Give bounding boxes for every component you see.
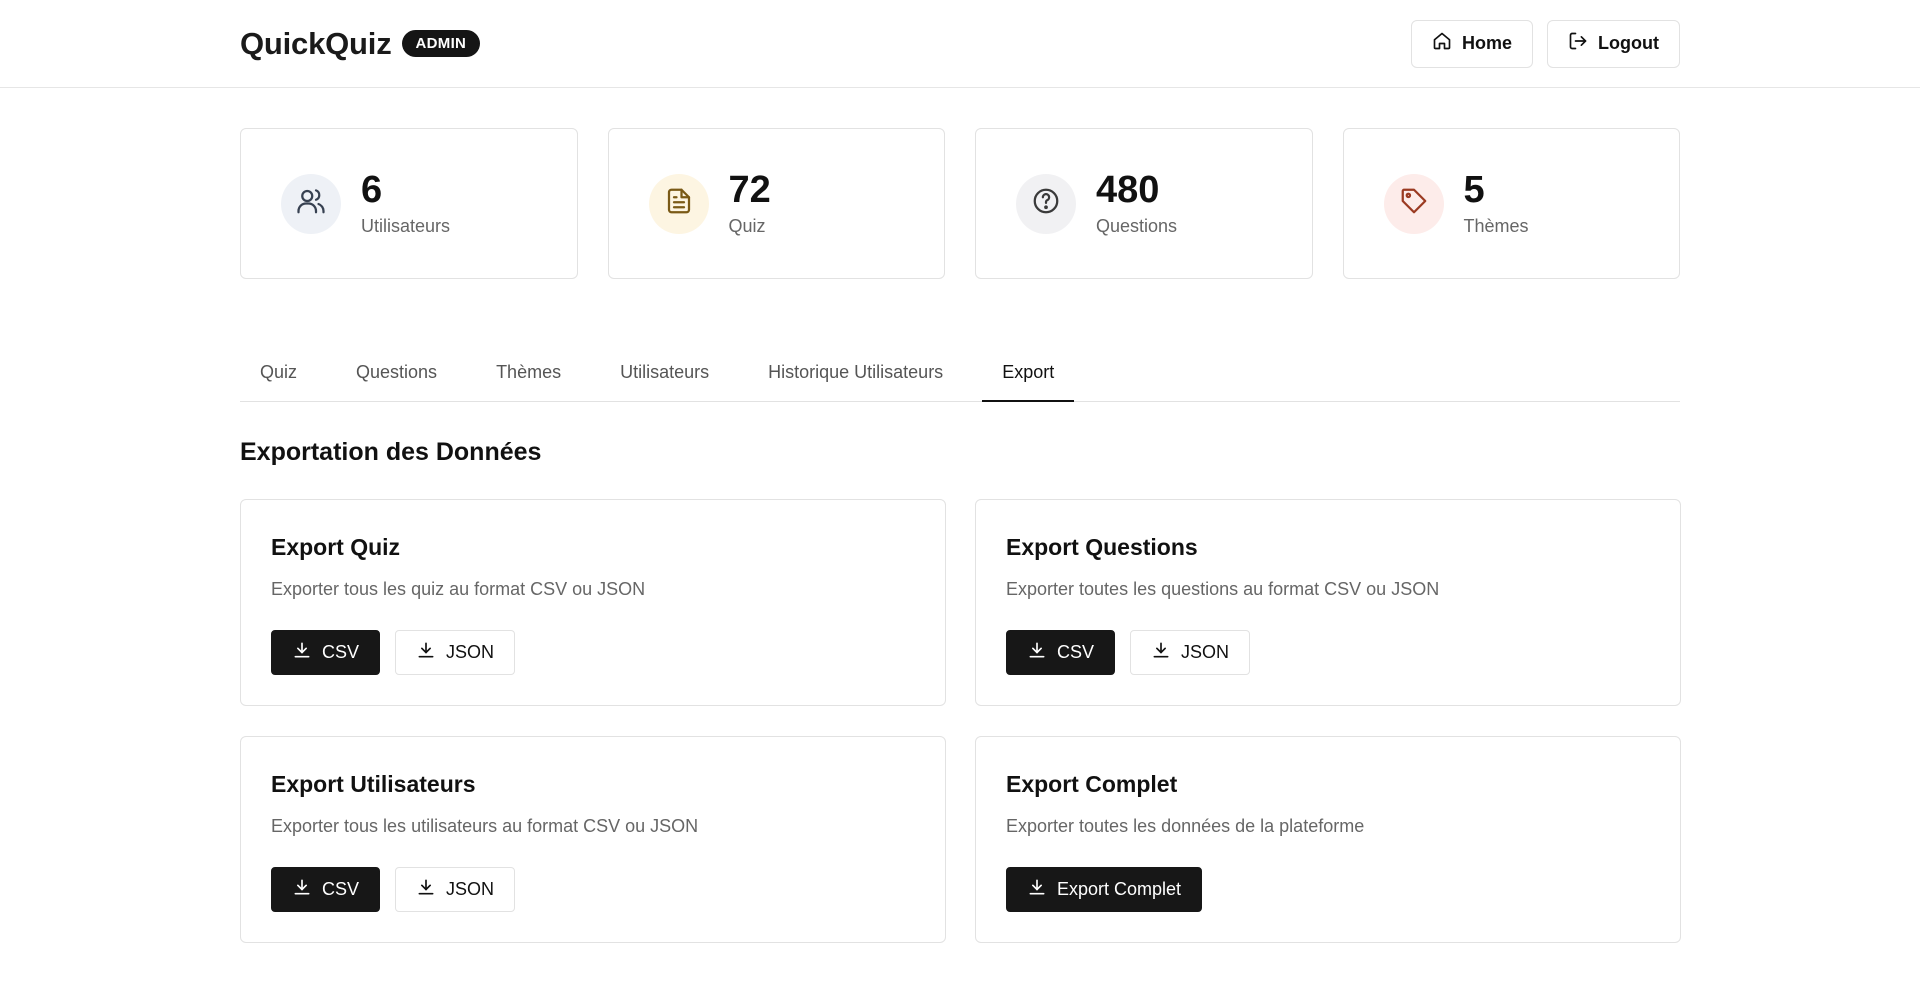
button-label: JSON [446, 642, 495, 662]
card-title: Export Questions [1006, 534, 1198, 560]
tag-icon [1399, 186, 1429, 221]
card-title: Export Utilisateurs [271, 771, 476, 797]
tab-questions[interactable]: Questions [336, 345, 457, 402]
stat-value: 5 [1463, 169, 1485, 212]
header-nav: Home Logout [1411, 19, 1680, 68]
stat-value: 72 [728, 169, 771, 212]
export-questions-csv-button[interactable]: CSV [1006, 630, 1116, 675]
export-quiz-csv-button[interactable]: CSV [271, 630, 381, 675]
section-title: Exportation des Données [240, 438, 542, 466]
tab-bar: Quiz Questions Thèmes Utilisateurs Histo… [240, 345, 1680, 402]
home-icon [1432, 31, 1452, 56]
button-label: CSV [322, 642, 360, 662]
export-card-questions: Export Questions Exporter toutes les que… [975, 499, 1681, 706]
tab-quiz[interactable]: Quiz [240, 345, 317, 402]
button-label: JSON [446, 879, 495, 899]
export-questions-json-button[interactable]: JSON [1130, 630, 1251, 675]
download-icon [292, 877, 312, 902]
card-description: Exporter toutes les questions au format … [1006, 579, 1440, 599]
help-circle-icon [1031, 186, 1061, 221]
stat-label: Thèmes [1463, 215, 1529, 236]
app-title: QuickQuiz [240, 25, 392, 61]
export-quiz-json-button[interactable]: JSON [395, 630, 516, 675]
users-icon [296, 186, 326, 221]
logout-label: Logout [1598, 33, 1659, 53]
stat-icon-wrap [1016, 173, 1076, 234]
tab-historique[interactable]: Historique Utilisateurs [748, 345, 963, 402]
admin-badge: ADMIN [401, 30, 481, 57]
brand: QuickQuiz ADMIN [240, 25, 481, 62]
download-icon [292, 640, 312, 665]
top-header: QuickQuiz ADMIN Home Logout [0, 0, 1920, 88]
export-users-csv-button[interactable]: CSV [271, 867, 381, 912]
stat-card-quiz: 72 Quiz [607, 128, 945, 279]
logout-icon [1568, 31, 1588, 56]
stat-value: 480 [1096, 169, 1160, 212]
button-label: CSV [1057, 642, 1095, 662]
export-users-json-button[interactable]: JSON [395, 867, 516, 912]
tab-utilisateurs[interactable]: Utilisateurs [600, 345, 729, 402]
stat-value: 6 [361, 169, 383, 212]
download-icon [1027, 877, 1047, 902]
stat-label: Utilisateurs [361, 215, 451, 236]
logout-button[interactable]: Logout [1547, 19, 1680, 68]
card-description: Exporter toutes les données de la platef… [1006, 816, 1365, 836]
stat-icon-wrap [1383, 173, 1444, 234]
stat-icon-wrap [648, 173, 709, 234]
download-icon [416, 877, 436, 902]
button-label: CSV [322, 879, 360, 899]
tab-themes[interactable]: Thèmes [476, 345, 581, 402]
export-complet-button[interactable]: Export Complet [1006, 867, 1203, 912]
export-grid: Export Quiz Exporter tous les quiz au fo… [240, 499, 1681, 943]
stats-row: 6 Utilisateurs 72 Quiz 480 Questions 5 T… [0, 88, 1920, 279]
button-label: JSON [1181, 642, 1230, 662]
tab-export[interactable]: Export [982, 345, 1075, 402]
stat-icon-wrap [281, 173, 341, 234]
stat-label: Questions [1096, 215, 1178, 236]
button-label: Export Complet [1057, 879, 1182, 899]
export-card-complet: Export Complet Exporter toutes les donné… [975, 736, 1681, 943]
card-description: Exporter tous les utilisateurs au format… [271, 816, 699, 836]
card-title: Export Complet [1006, 771, 1178, 797]
card-title: Export Quiz [271, 534, 401, 560]
stat-card-users: 6 Utilisateurs [240, 128, 578, 279]
export-card-quiz: Export Quiz Exporter tous les quiz au fo… [240, 499, 946, 706]
stat-card-themes: 5 Thèmes [1342, 128, 1680, 279]
download-icon [416, 640, 436, 665]
card-description: Exporter tous les quiz au format CSV ou … [271, 579, 646, 599]
download-icon [1151, 640, 1171, 665]
export-card-utilisateurs: Export Utilisateurs Exporter tous les ut… [240, 736, 946, 943]
document-icon [664, 186, 694, 221]
stat-card-questions: 480 Questions [975, 128, 1313, 279]
home-button[interactable]: Home [1411, 19, 1534, 68]
home-label: Home [1462, 33, 1513, 53]
stat-label: Quiz [728, 215, 766, 236]
download-icon [1027, 640, 1047, 665]
